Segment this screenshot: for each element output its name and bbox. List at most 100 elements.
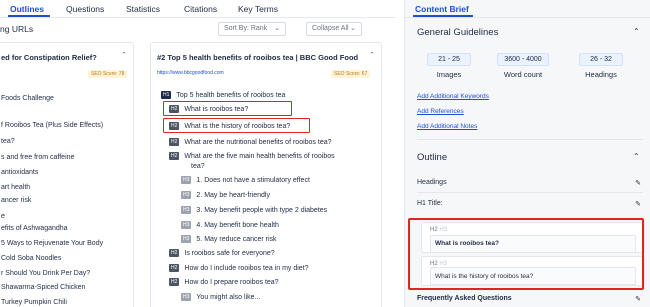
active-tab-indicator: [8, 15, 50, 17]
tab-citations[interactable]: Citations: [184, 4, 217, 14]
h3-tag: H3: [181, 235, 192, 243]
competitor-card-1: ed for Constipation Relief? ⌃ SEO Score:…: [0, 42, 134, 307]
heading-text: 1. Does not have a stimulatory effect: [196, 177, 310, 184]
outline-heading: Outline: [417, 152, 448, 163]
heading-row[interactable]: H2 Is rooibos safe for everyone?: [169, 249, 275, 257]
list-item: r Should You Drink Per Day?: [1, 270, 91, 277]
general-guidelines-heading: General Guidelines: [417, 27, 499, 38]
add-notes-link[interactable]: Add Additional Notes: [417, 123, 477, 130]
h3-tag: H3: [181, 221, 192, 229]
heading-text: 5. May reduce cancer risk: [196, 236, 277, 243]
heading-row[interactable]: H3 You might also like...: [181, 293, 260, 301]
list-item: antioxidants: [1, 169, 39, 176]
competitor-card-2: #2 Top 5 health benefits of rooibos tea …: [150, 42, 382, 307]
list-item: Turkey Pumpkin Chili: [1, 299, 67, 306]
images-stat: 21 - 25: [427, 53, 471, 66]
heading-row[interactable]: H3 2. May be heart-friendly: [181, 191, 270, 199]
faq-label: Frequently Asked Questions: [417, 295, 512, 302]
competitor-title[interactable]: ed for Constipation Relief?: [1, 53, 97, 62]
chevron-down-icon: ⌄: [350, 25, 356, 32]
heading-row[interactable]: H2 What are the nutritional benefits of r…: [169, 138, 332, 146]
list-item: f Rooibos Tea (Plus Side Effects): [1, 122, 104, 129]
heading-row[interactable]: H3 1. Does not have a stimulatory effect: [181, 176, 310, 184]
highlight-box: [408, 218, 644, 290]
heading-text: How do I prepare rooibos tea?: [184, 279, 279, 286]
tab-outlines[interactable]: Outlines: [10, 4, 44, 14]
heading-row[interactable]: H2 What are the five main health benefits…: [169, 152, 335, 170]
highlight-box: [163, 101, 292, 116]
heading-text-continued: tea?: [191, 163, 205, 170]
faq-row[interactable]: Frequently Asked Questions ✎: [417, 295, 643, 303]
chevron-up-icon[interactable]: ⌃: [633, 27, 640, 36]
headings-stat: 26 - 32: [579, 53, 623, 66]
pencil-icon[interactable]: ✎: [635, 179, 641, 187]
sort-label: Sort By: Rank: [224, 25, 268, 32]
heading-row[interactable]: H3 3. May benefit people with type 2 diab…: [181, 206, 327, 214]
list-item: Foods Challenge: [1, 95, 54, 102]
section-subtitle: ng URLs: [0, 24, 34, 34]
h3-tag: H3: [181, 191, 192, 199]
heading-row[interactable]: H1 Top 5 health benefits of rooibos tea: [161, 91, 285, 99]
heading-row[interactable]: H3 4. May benefit bone health: [181, 221, 279, 229]
h2-tag: H2: [169, 152, 180, 160]
pencil-icon[interactable]: ✎: [635, 295, 641, 303]
h3-tag: H3: [181, 293, 192, 301]
heading-text: You might also like...: [196, 294, 261, 301]
headings-row[interactable]: Headings ✎: [417, 179, 643, 187]
tab-content-brief[interactable]: Content Brief: [415, 4, 469, 14]
heading-text: What are the five main health benefits o…: [184, 153, 335, 160]
list-item: ancer risk: [1, 197, 32, 204]
h2-tag: H2: [169, 138, 180, 146]
add-references-link[interactable]: Add References: [417, 108, 464, 115]
heading-text: 2. May be heart-friendly: [196, 192, 270, 199]
headings-label: Headings: [417, 179, 447, 186]
heading-text: 4. May benefit bone health: [196, 222, 279, 229]
h2-tag: H2: [169, 249, 180, 257]
h1-tag: H1: [161, 91, 172, 99]
headings-label: Headings: [585, 70, 617, 79]
seo-score-badge: SEO Score: 67: [331, 70, 371, 78]
list-item: Shawarma-Spiced Chicken: [1, 284, 86, 291]
highlight-box: [163, 118, 310, 133]
chevron-down-icon: ⌄: [274, 25, 280, 32]
competitor-title[interactable]: #2 Top 5 health benefits of rooibos tea …: [157, 53, 358, 62]
heading-row[interactable]: H2 How do I prepare rooibos tea?: [169, 278, 279, 286]
list-item: 5 Ways to Rejuvenate Your Body: [1, 240, 104, 247]
tab-statistics[interactable]: Statistics: [126, 4, 160, 14]
pencil-icon[interactable]: ✎: [635, 200, 641, 208]
heading-row[interactable]: H3 5. May reduce cancer risk: [181, 235, 277, 243]
collapse-all-dropdown[interactable]: Collapse All ⌄: [306, 22, 362, 36]
list-item: efits of Ashwagandha: [1, 225, 68, 232]
divider: [417, 192, 643, 193]
list-item: Cold Soba Noodles: [1, 255, 62, 262]
main-tab-bar: Outlines Questions Statistics Citations …: [0, 0, 396, 18]
divider: [405, 17, 650, 18]
heading-text: How do I include rooibos tea in my diet?: [184, 265, 309, 272]
heading-text: Top 5 health benefits of rooibos tea: [176, 92, 286, 99]
list-item: art health: [1, 184, 31, 191]
h3-tag: H3: [181, 176, 192, 184]
word-count-label: Word count: [503, 70, 543, 79]
h1-title-row[interactable]: H1 Title: ✎: [417, 200, 643, 208]
collapse-label: Collapse All: [312, 25, 349, 32]
heading-text: 3. May benefit people with type 2 diabet…: [196, 207, 328, 214]
list-item: tea?: [1, 138, 15, 145]
list-item: s and free from caffeine: [1, 154, 75, 161]
list-item: e: [1, 213, 5, 220]
heading-row[interactable]: H2 How do I include rooibos tea in my die…: [169, 264, 309, 272]
competitor-url-link[interactable]: https://www.bbcgoodfood.com: [157, 70, 224, 76]
chevron-up-icon[interactable]: ⌃: [121, 51, 127, 59]
h1-title-label: H1 Title:: [417, 200, 443, 207]
h2-tag: H2: [169, 278, 180, 286]
h2-tag: H2: [169, 264, 180, 272]
heading-text: Is rooibos safe for everyone?: [184, 250, 275, 257]
h3-tag: H3: [181, 206, 192, 214]
chevron-up-icon[interactable]: ⌃: [369, 51, 375, 59]
heading-text: What are the nutritional benefits of roo…: [184, 139, 332, 146]
chevron-up-icon[interactable]: ⌃: [633, 152, 640, 161]
tab-key-terms[interactable]: Key Terms: [238, 4, 278, 14]
tab-questions[interactable]: Questions: [66, 4, 104, 14]
add-keywords-link[interactable]: Add Additional Keywords: [417, 93, 489, 100]
sort-dropdown[interactable]: Sort By: Rank ⌄: [218, 22, 286, 36]
seo-score-badge: SEO Score: 78: [88, 70, 128, 78]
